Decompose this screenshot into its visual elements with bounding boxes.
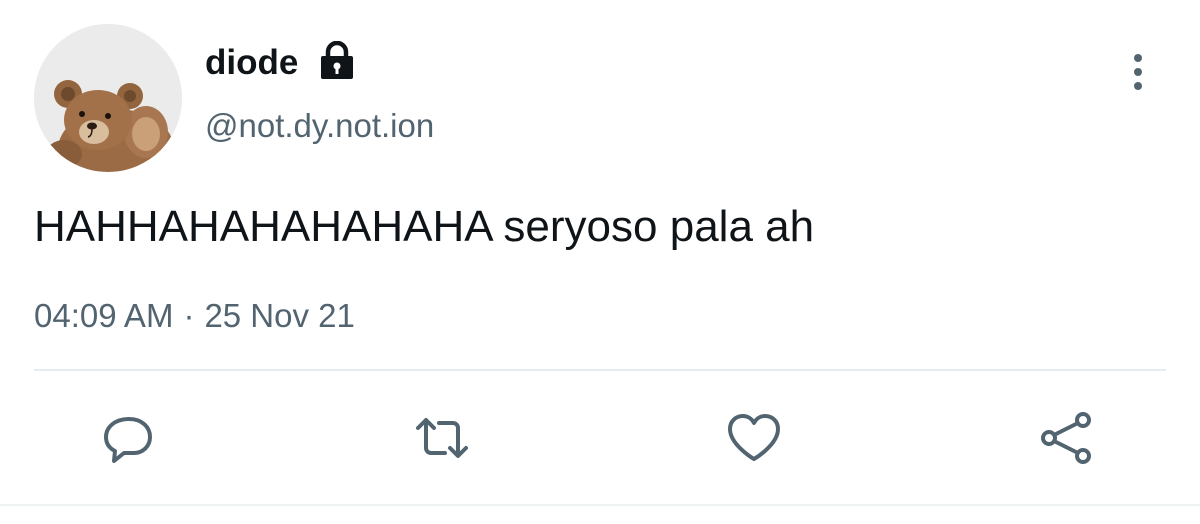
tweet-timestamp[interactable]: 04:09 AM · 25 Nov 21	[34, 294, 355, 338]
heart-icon	[728, 414, 780, 461]
timestamp-separator: ·	[183, 297, 195, 334]
display-name-row: diode	[205, 40, 356, 86]
teddy-bear-avatar-image	[34, 24, 182, 172]
tweet-time: 04:09 AM	[34, 297, 174, 334]
share-icon	[1041, 412, 1091, 464]
tweet-card: diode @not.dy.not.ion HAHHAHAHAHAHAHA se…	[0, 0, 1200, 524]
avatar[interactable]	[34, 24, 182, 172]
display-name[interactable]: diode	[205, 40, 298, 86]
divider	[34, 369, 1166, 371]
retweet-icon	[416, 418, 468, 458]
like-button[interactable]	[724, 408, 784, 468]
user-handle[interactable]: @not.dy.not.ion	[205, 104, 434, 148]
more-options-icon[interactable]	[1124, 50, 1152, 94]
retweet-button[interactable]	[412, 408, 472, 468]
bottom-divider	[0, 504, 1200, 506]
reply-icon	[104, 417, 152, 463]
share-button[interactable]	[1036, 408, 1096, 468]
tweet-text: HAHHAHAHAHAHAHA seryoso pala ah	[34, 202, 815, 251]
reply-button[interactable]	[98, 408, 158, 468]
lock-icon	[318, 40, 356, 81]
tweet-date: 25 Nov 21	[204, 297, 355, 334]
